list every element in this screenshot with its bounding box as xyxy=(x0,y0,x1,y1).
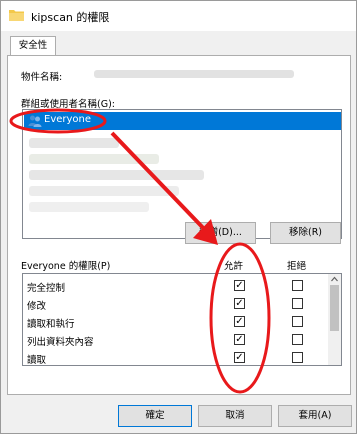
allow-checkbox[interactable]: ✓ xyxy=(234,334,245,345)
permissions-scrollbar[interactable] xyxy=(328,274,341,365)
permission-row: 列出資料夾內容 ✓ xyxy=(23,331,328,349)
list-item-blurred[interactable] xyxy=(29,202,149,212)
folder-icon xyxy=(9,10,24,21)
scroll-up-icon[interactable] xyxy=(328,274,341,284)
permission-name: 讀取和執行 xyxy=(27,319,75,330)
permission-name: 完全控制 xyxy=(27,283,66,294)
deny-checkbox[interactable] xyxy=(292,298,303,309)
list-item-blurred[interactable] xyxy=(29,138,119,148)
list-item-label: Everyone xyxy=(44,114,92,125)
deny-checkbox[interactable] xyxy=(292,352,303,363)
list-item-blurred[interactable] xyxy=(29,170,204,180)
allow-checkbox[interactable]: ✓ xyxy=(234,352,245,363)
groups-listbox[interactable]: Everyone xyxy=(22,109,342,239)
groups-label: 群組或使用者名稱(G): xyxy=(21,99,115,110)
tab-security[interactable]: 安全性 xyxy=(10,36,56,56)
list-item-blurred[interactable] xyxy=(29,154,159,164)
permission-row: 讀取和執行 ✓ xyxy=(23,313,328,331)
allow-checkbox[interactable]: ✓ xyxy=(234,316,245,327)
deny-checkbox[interactable] xyxy=(292,316,303,327)
cancel-button[interactable]: 取消 xyxy=(198,405,272,427)
security-panel: 物件名稱: 群組或使用者名稱(G): Everyone 新增(D)... 移除(… xyxy=(7,55,351,395)
object-name-value-blurred xyxy=(94,70,294,78)
permission-row: 完全控制 ✓ xyxy=(23,277,328,295)
permissions-dialog: kipscan 的權限 安全性 物件名稱: 群組或使用者名稱(G): Every… xyxy=(0,0,357,434)
deny-checkbox[interactable] xyxy=(292,280,303,291)
tab-strip: 安全性 xyxy=(7,34,351,56)
ok-button[interactable]: 確定 xyxy=(118,405,192,427)
permission-name: 讀取 xyxy=(27,355,47,366)
permission-row: 讀取 ✓ xyxy=(23,349,328,367)
apply-button[interactable]: 套用(A) xyxy=(278,405,352,427)
permission-name: 修改 xyxy=(27,301,47,312)
object-name-label: 物件名稱: xyxy=(21,72,63,83)
scroll-thumb[interactable] xyxy=(330,285,339,331)
permission-name: 列出資料夾內容 xyxy=(27,337,94,348)
remove-button[interactable]: 移除(R) xyxy=(270,222,341,244)
list-item-blurred[interactable] xyxy=(29,186,179,196)
allow-checkbox[interactable]: ✓ xyxy=(234,280,245,291)
permissions-table: 完全控制 ✓ 修改 ✓ 讀取和執行 ✓ 列出資料夾內容 ✓ 讀取 ✓ xyxy=(22,273,342,366)
list-item-everyone[interactable]: Everyone xyxy=(24,112,341,130)
allow-header: 允許 xyxy=(224,261,244,272)
permissions-title: Everyone 的權限(P) xyxy=(21,261,111,272)
permission-row: 修改 ✓ xyxy=(23,295,328,313)
window-title: kipscan 的權限 xyxy=(31,11,110,24)
user-group-icon xyxy=(28,115,42,127)
allow-checkbox[interactable]: ✓ xyxy=(234,298,245,309)
deny-header: 拒絕 xyxy=(287,261,307,272)
title-bar: kipscan 的權限 xyxy=(1,1,356,31)
deny-checkbox[interactable] xyxy=(292,334,303,345)
add-button[interactable]: 新增(D)... xyxy=(185,222,256,244)
